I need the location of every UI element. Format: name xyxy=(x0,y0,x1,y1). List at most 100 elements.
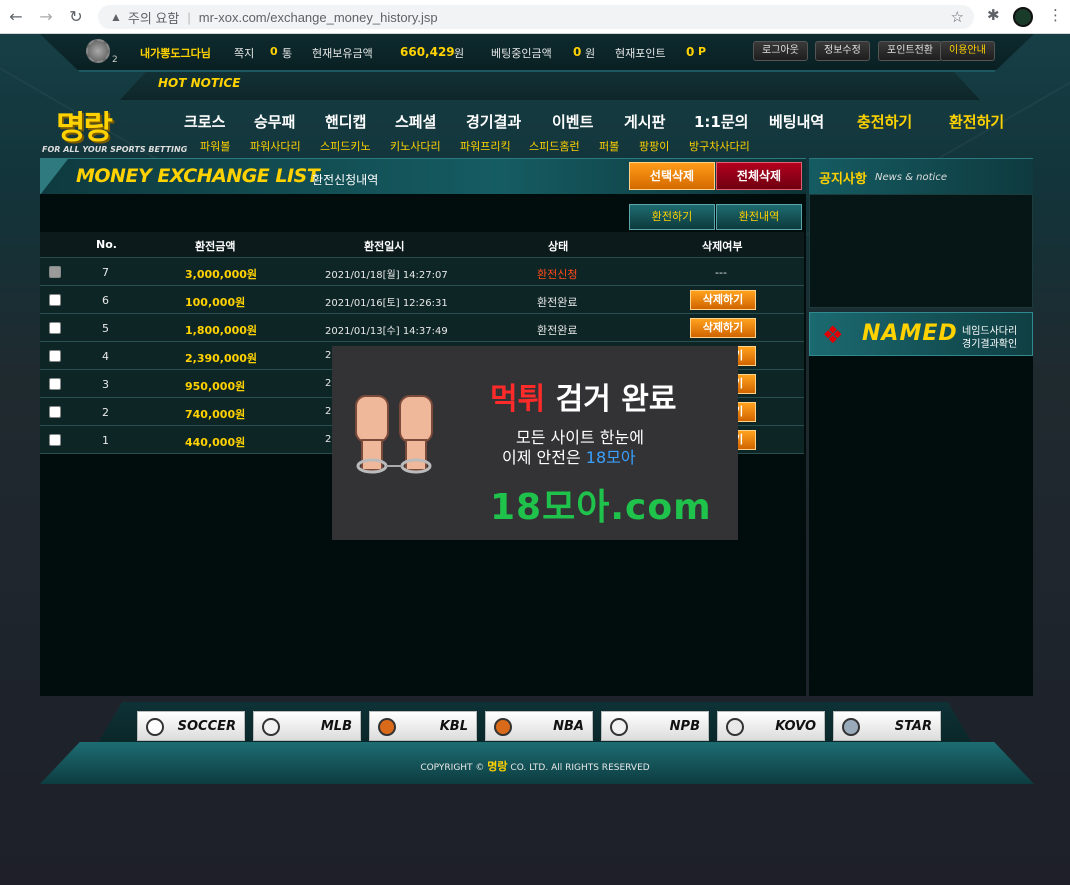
row-checkbox[interactable] xyxy=(49,350,61,362)
submenu-power-freekick[interactable]: 파워프리킥 xyxy=(460,138,511,154)
row-checkbox[interactable] xyxy=(49,406,61,418)
points-unit: P xyxy=(698,45,707,58)
betting-unit: 원 xyxy=(585,47,596,60)
row-delete-button[interactable]: 삭제하기 xyxy=(690,318,756,338)
row-amount: 740,000원 xyxy=(185,408,246,421)
extensions-icon[interactable]: ✱ xyxy=(987,6,1000,24)
menu-board[interactable]: 게시판 xyxy=(624,111,665,132)
back-icon[interactable]: ← xyxy=(2,3,30,31)
col-amount: 환전금액 xyxy=(195,240,236,253)
tab-exchange-history[interactable]: 환전내역 xyxy=(716,204,802,230)
menu-cross[interactable]: 크로스 xyxy=(184,111,225,132)
submenu-powerball[interactable]: 파워볼 xyxy=(200,138,230,154)
balance-value: 660,429 xyxy=(400,45,455,59)
sport-label: STAR xyxy=(894,719,932,734)
user-level: 2 xyxy=(112,55,118,65)
delete-all-button[interactable]: 전체삭제 xyxy=(716,162,802,190)
col-no: No. xyxy=(96,238,117,251)
menu-event[interactable]: 이벤트 xyxy=(552,111,593,132)
sport-label: MLB xyxy=(320,719,352,734)
row-checkbox[interactable] xyxy=(49,434,61,446)
level-emblem-icon xyxy=(86,39,110,63)
sport-link-star[interactable]: STAR xyxy=(833,711,941,741)
betting-label: 베팅중인금액 xyxy=(491,47,552,60)
select-delete-button[interactable]: 선택삭제 xyxy=(629,162,715,190)
edit-profile-button[interactable]: 정보수정 xyxy=(815,41,870,61)
row-delete-button[interactable]: 삭제하기 xyxy=(690,290,756,310)
row-no: 3 xyxy=(102,378,109,391)
row-amount: 950,000원 xyxy=(185,380,246,393)
address-bar[interactable]: ▲ 주의 요함 | mr-xox.com/exchange_money_hist… xyxy=(98,5,974,29)
col-status: 상태 xyxy=(548,240,569,253)
menu-results[interactable]: 경기결과 xyxy=(466,111,521,132)
submenu-speed-keno[interactable]: 스피드키노 xyxy=(320,138,371,154)
sport-link-soccer[interactable]: SOCCER xyxy=(137,711,245,741)
row-no: 6 xyxy=(102,294,109,307)
menu-bet-history[interactable]: 베팅내역 xyxy=(769,111,824,132)
panel-title: MONEY EXCHANGE LIST xyxy=(76,165,320,187)
row-checkbox[interactable] xyxy=(49,294,61,306)
menu-inquiry[interactable]: 1:1문의 xyxy=(694,111,748,132)
bookmark-star-icon[interactable]: ☆ xyxy=(951,8,964,26)
betting-value: 0 xyxy=(573,45,582,59)
point-convert-button[interactable]: 포인트전환 xyxy=(878,41,942,61)
ad-line2-prefix: 이제 안전은 xyxy=(502,448,586,467)
logo-tagline: FOR ALL YOUR SPORTS BETTING xyxy=(42,145,188,154)
menu-handicap[interactable]: 핸디캡 xyxy=(325,111,366,132)
submenu-perball[interactable]: 퍼볼 xyxy=(599,138,619,154)
user-bar: 2 내가뽕도그다님 쪽지 0 통 현재보유금액 660,429 원 베팅중인금액… xyxy=(40,34,1034,72)
table-row: 5 1,800,000원 2021/01/13[수] 14:37:49 환전완료 삭제하… xyxy=(40,314,804,342)
submenu-keno-ladder[interactable]: 키노사다리 xyxy=(390,138,441,154)
submenu-speed-homerun[interactable]: 스피드홈런 xyxy=(529,138,580,154)
warning-icon: ▲ xyxy=(110,10,122,24)
row-checkbox[interactable] xyxy=(49,266,61,278)
row-date: 2021/01/16[토] 12:26:31 xyxy=(325,298,448,309)
tab-exchange[interactable]: 환전하기 xyxy=(629,204,715,230)
row-amount: 100,000원 xyxy=(185,296,246,309)
memo-label[interactable]: 쪽지 xyxy=(234,45,254,61)
guide-button[interactable]: 이용안내 xyxy=(940,41,995,61)
sport-link-kovo[interactable]: KOVO xyxy=(717,711,825,741)
memo-count[interactable]: 0 xyxy=(270,45,278,58)
table-row: 7 3,000,000원 2021/01/18[월] 14:27:07 환전신청 --- xyxy=(40,258,804,286)
submenu-power-ladder[interactable]: 파워사다리 xyxy=(250,138,301,154)
submenu-fart-ladder[interactable]: 방구차사다리 xyxy=(689,138,750,154)
overlay-ad[interactable]: 먹튀 검거 완료 모든 사이트 한눈에 이제 안전은 18모아 18모아.com xyxy=(332,346,738,540)
browser-toolbar: ← → ↻ ▲ 주의 요함 | mr-xox.com/exchange_mone… xyxy=(0,0,1070,34)
menu-dots-icon[interactable]: ⋮ xyxy=(1048,6,1063,24)
row-checkbox[interactable] xyxy=(49,378,61,390)
menu-withdraw[interactable]: 환전하기 xyxy=(949,111,1004,132)
row-no: 1 xyxy=(102,434,109,447)
ad-headline-red: 먹튀 xyxy=(490,382,546,417)
menu-win-draw-lose[interactable]: 승무패 xyxy=(254,111,295,132)
copyright-prefix: COPYRIGHT © xyxy=(420,763,485,773)
logout-button[interactable]: 로그아웃 xyxy=(753,41,808,61)
header-deco xyxy=(40,159,68,195)
ball-icon xyxy=(610,718,628,736)
row-no: 2 xyxy=(102,406,109,419)
named-banner[interactable]: ❖ NAMED 네임드사다리 경기결과확인 xyxy=(809,312,1033,356)
submenu-pangpang[interactable]: 팡팡이 xyxy=(639,138,669,154)
separator: | xyxy=(187,9,191,25)
notice-subtitle: News & notice xyxy=(875,172,947,183)
menu-deposit[interactable]: 충전하기 xyxy=(857,111,912,132)
row-no: 4 xyxy=(102,350,109,363)
username: 내가뽕도그다님 xyxy=(140,47,211,60)
forward-icon[interactable]: → xyxy=(32,3,60,31)
ball-icon xyxy=(842,718,860,736)
hot-notice-bar xyxy=(120,72,980,100)
profile-avatar[interactable] xyxy=(1013,7,1033,27)
menu-special[interactable]: 스페셜 xyxy=(395,111,436,132)
row-no: 5 xyxy=(102,322,109,335)
sport-link-kbl[interactable]: KBL xyxy=(369,711,477,741)
row-amount: 2,390,000원 xyxy=(185,352,258,365)
sport-link-nba[interactable]: NBA xyxy=(485,711,593,741)
sport-link-npb[interactable]: NPB xyxy=(601,711,709,741)
site-logo[interactable]: 명랑 xyxy=(56,102,113,148)
sport-link-mlb[interactable]: MLB xyxy=(253,711,361,741)
reload-icon[interactable]: ↻ xyxy=(62,3,90,31)
row-checkbox[interactable] xyxy=(49,322,61,334)
row-status: 환전완료 xyxy=(537,324,578,337)
table-row: 6 100,000원 2021/01/16[토] 12:26:31 환전완료 삭제하기 xyxy=(40,286,804,314)
right-panel-fill xyxy=(809,356,1033,696)
